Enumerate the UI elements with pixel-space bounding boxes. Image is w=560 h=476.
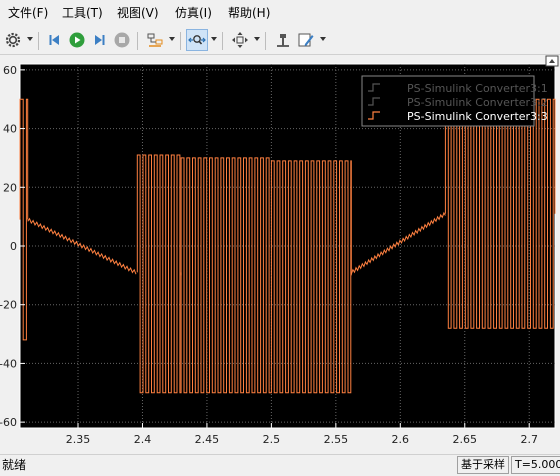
step-back-icon[interactable] [44,29,66,51]
menu-tools[interactable]: 工具(T) [62,5,103,21]
menu-simulation[interactable]: 仿真(I) [175,5,212,21]
signal-select-icon[interactable] [144,29,166,51]
legend-entry[interactable]: PS-Simulink Converter3:1 [407,82,548,95]
y-tick-label: 20 [3,181,17,194]
toolbar-separator [137,32,138,50]
status-ready: 就绪 [2,458,27,472]
plot-area: 2.35 2.4 2.45 2.5 2.55 2.6 2.65 2.7 60 40 20 0 -20 -4… [0,55,560,454]
style-icon[interactable] [295,29,317,51]
legend-entry[interactable]: PS-Simulink Converter3:3 [407,110,548,123]
menu-bar: 文件(F) 工具(T) 视图(V) 仿真(I) 帮助(H) [0,0,560,26]
x-tick-label: 2.45 [195,433,220,446]
status-bar: 就绪 基于采样 T=5.000 [0,454,560,476]
y-tick-label: -40 [0,357,17,370]
x-tick-label: 2.5 [263,433,281,446]
x-tick-label: 2.4 [134,433,152,446]
signal-select-menu-arrow[interactable] [169,37,175,41]
style-menu-arrow[interactable] [320,37,326,41]
menu-view[interactable]: 视图(V) [117,5,159,21]
fit-to-view-icon[interactable] [229,29,251,51]
fit-menu-arrow[interactable] [254,37,260,41]
y-tick-label: 40 [3,123,17,136]
step-forward-icon[interactable] [88,29,110,51]
y-tick-label: 0 [10,240,17,253]
gear-menu-arrow[interactable] [27,37,33,41]
zoom-menu-arrow[interactable] [211,37,217,41]
zoom-icon[interactable] [186,29,208,51]
menu-file[interactable]: 文件(F) [8,5,48,21]
sample-mode-indicator: 基于采样 [457,456,509,474]
time-indicator: T=5.000 [511,456,560,474]
toolbar-separator [265,32,266,50]
run-icon[interactable] [66,29,88,51]
toolbar-separator [180,32,181,50]
y-tick-label: -20 [0,299,17,312]
x-tick-label: 2.55 [324,433,349,446]
scope-chart[interactable]: 2.35 2.4 2.45 2.5 2.55 2.6 2.65 2.7 60 40 20 0 -20 -4… [0,55,560,454]
y-tick-label: 60 [3,64,17,77]
gear-icon[interactable] [2,29,24,51]
cursor-icon[interactable] [272,29,294,51]
x-tick-label: 2.6 [392,433,410,446]
x-tick-label: 2.7 [520,433,538,446]
undock-icon[interactable] [545,55,559,67]
x-tick-label: 2.65 [453,433,478,446]
toolbar-separator [38,32,39,50]
y-tick-label: -60 [0,416,17,429]
menu-help[interactable]: 帮助(H) [228,5,270,21]
toolbar-separator [222,32,223,50]
stop-icon[interactable] [111,29,133,51]
x-tick-label: 2.35 [66,433,91,446]
toolbar [0,26,560,55]
legend-entry[interactable]: PS-Simulink Converter3:2 [407,96,548,109]
